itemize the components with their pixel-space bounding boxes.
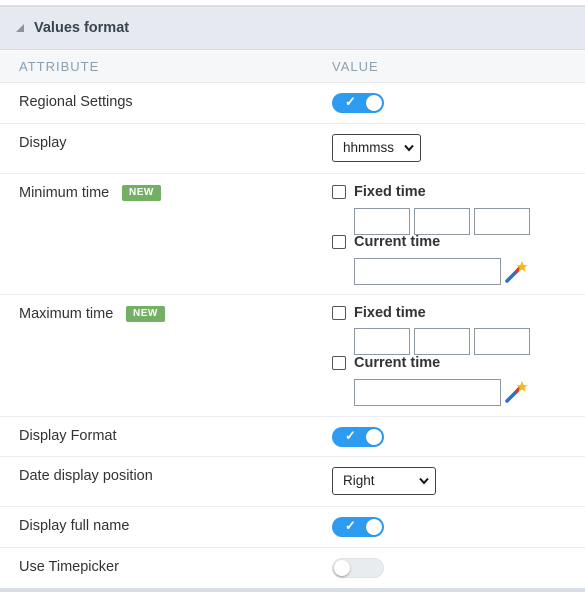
- row-regional-settings: Regional Settings ✓: [0, 84, 585, 124]
- panel-title: Values format: [34, 20, 130, 36]
- regional-settings-label: Regional Settings: [19, 94, 133, 110]
- maximum-current-time-option[interactable]: Current time: [332, 355, 440, 371]
- maximum-fixed-minutes-input[interactable]: [414, 328, 470, 355]
- check-icon: ✓: [345, 428, 356, 443]
- panel-header[interactable]: Values format: [0, 5, 585, 50]
- value-column-header: VALUE: [332, 59, 379, 74]
- current-time-label: Current time: [354, 234, 441, 250]
- values-format-panel: Values format ATTRIBUTE VALUE Regional S…: [0, 0, 585, 592]
- display-format-toggle[interactable]: ✓: [332, 427, 384, 447]
- minimum-fixed-time-option[interactable]: Fixed time: [332, 184, 426, 200]
- date-display-position-label: Date display position: [19, 468, 153, 484]
- new-badge: NEW: [122, 185, 161, 201]
- magic-wand-icon[interactable]: [503, 259, 529, 285]
- minimum-fixed-time-checkbox[interactable]: [332, 185, 346, 199]
- toggle-knob: [366, 519, 382, 535]
- fixed-time-label: Fixed time: [354, 184, 426, 200]
- new-badge: NEW: [126, 306, 165, 322]
- minimum-current-time-input[interactable]: [354, 258, 501, 285]
- date-display-position-value: Right: [343, 473, 375, 488]
- magic-wand-icon[interactable]: [503, 379, 529, 405]
- fixed-time-label: Fixed time: [354, 305, 426, 321]
- row-maximum-time: Maximum time NEW Fixed time Current time: [0, 295, 585, 417]
- toggle-knob: [366, 429, 382, 445]
- row-display-format: Display Format ✓: [0, 417, 585, 457]
- current-time-label: Current time: [354, 355, 441, 371]
- toggle-knob: [366, 95, 382, 111]
- use-timepicker-toggle[interactable]: [332, 558, 384, 578]
- triangle-collapse-icon[interactable]: [14, 22, 26, 34]
- display-full-name-label: Display full name: [19, 518, 130, 534]
- maximum-fixed-time-checkbox[interactable]: [332, 306, 346, 320]
- display-label: Display: [19, 135, 67, 151]
- regional-settings-toggle[interactable]: ✓: [332, 93, 384, 113]
- minimum-fixed-seconds-input[interactable]: [474, 208, 530, 235]
- toggle-knob: [334, 560, 350, 576]
- minimum-current-time-option[interactable]: Current time: [332, 234, 440, 250]
- row-display-full-name: Display full name ✓: [0, 507, 585, 548]
- display-full-name-toggle[interactable]: ✓: [332, 517, 384, 537]
- column-header-row: ATTRIBUTE VALUE: [0, 51, 585, 83]
- chevron-down-icon: [419, 477, 429, 485]
- display-select[interactable]: hhmmss: [332, 134, 421, 162]
- maximum-fixed-hours-input[interactable]: [354, 328, 410, 355]
- display-select-value: hhmmss: [343, 140, 395, 155]
- bottom-border: [0, 588, 585, 592]
- maximum-fixed-time-option[interactable]: Fixed time: [332, 305, 426, 321]
- attribute-column-header: ATTRIBUTE: [19, 59, 100, 74]
- maximum-current-time-checkbox[interactable]: [332, 356, 346, 370]
- minimum-fixed-minutes-input[interactable]: [414, 208, 470, 235]
- maximum-fixed-seconds-input[interactable]: [474, 328, 530, 355]
- display-format-label: Display Format: [19, 428, 117, 444]
- chevron-down-icon: [404, 144, 414, 152]
- date-display-position-select[interactable]: Right: [332, 467, 436, 495]
- maximum-current-time-input[interactable]: [354, 379, 501, 406]
- row-use-timepicker: Use Timepicker: [0, 548, 585, 588]
- maximum-time-label: Maximum time: [19, 306, 114, 322]
- check-icon: ✓: [345, 94, 356, 109]
- minimum-fixed-hours-input[interactable]: [354, 208, 410, 235]
- minimum-time-label: Minimum time: [19, 185, 110, 201]
- row-display: Display hhmmss: [0, 124, 585, 174]
- check-icon: ✓: [345, 518, 356, 533]
- row-date-display-position: Date display position Right: [0, 457, 585, 507]
- minimum-current-time-checkbox[interactable]: [332, 235, 346, 249]
- use-timepicker-label: Use Timepicker: [19, 559, 119, 575]
- row-minimum-time: Minimum time NEW Fixed time Current time: [0, 174, 585, 295]
